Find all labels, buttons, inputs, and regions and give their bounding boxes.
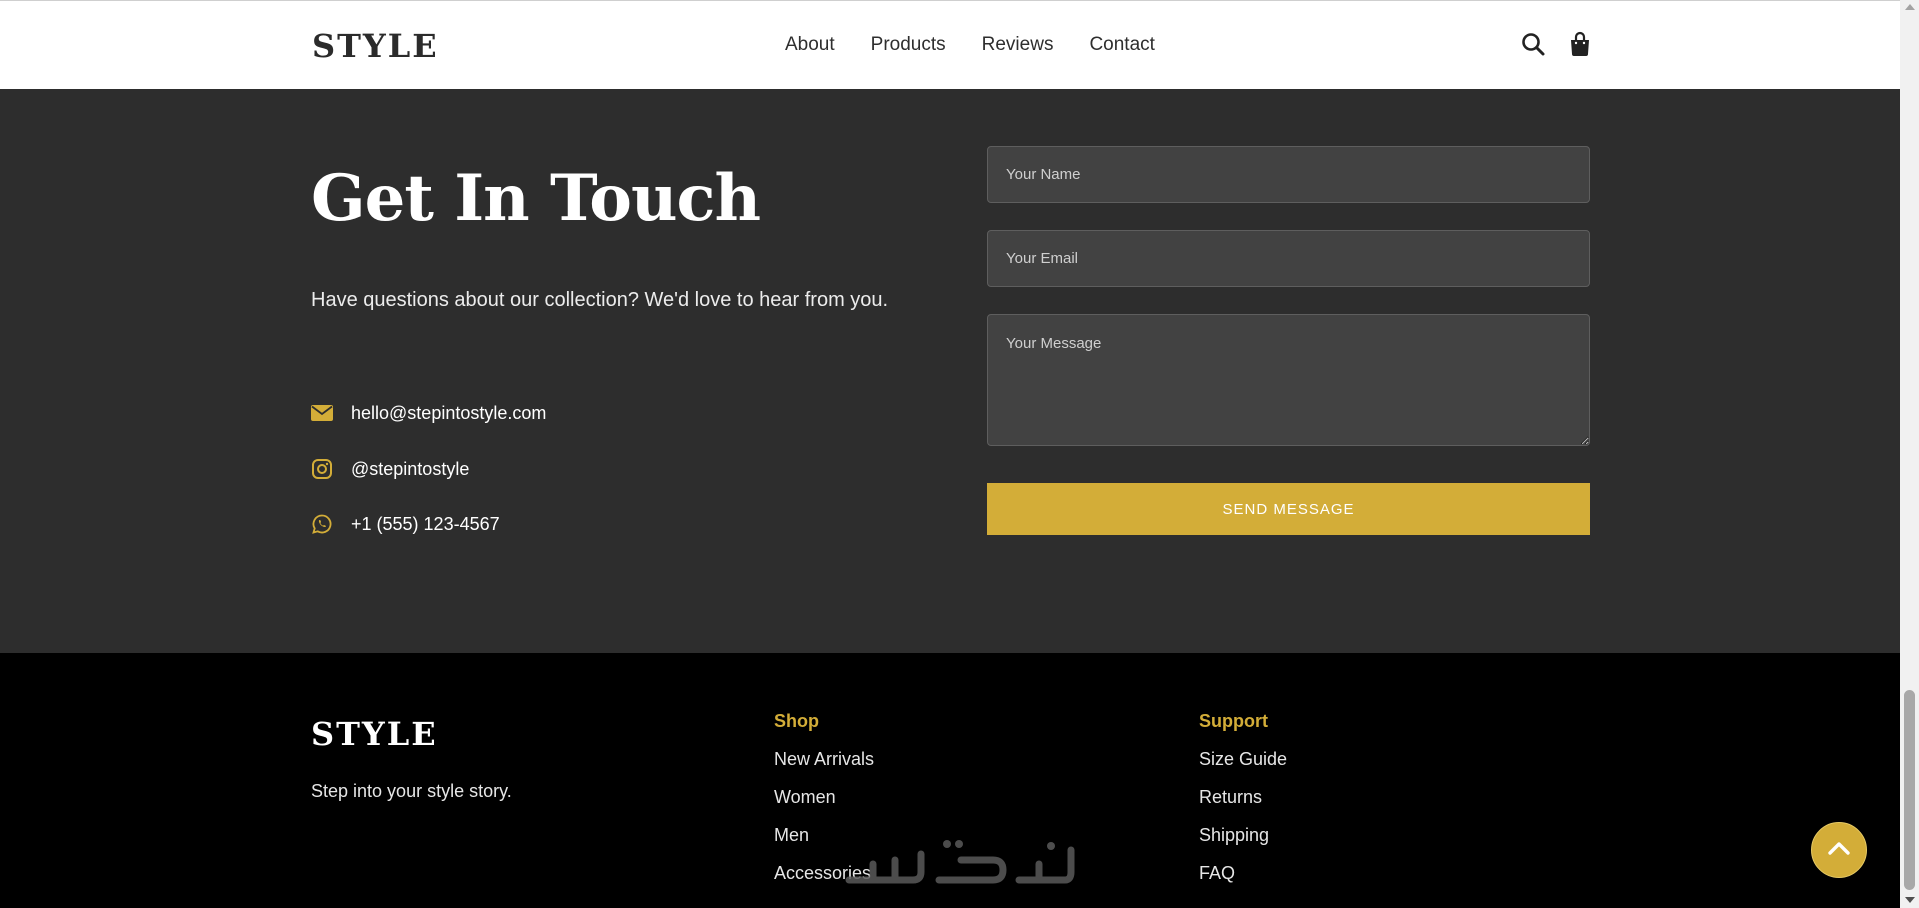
send-message-button[interactable]: SEND MESSAGE: [987, 483, 1590, 535]
contact-section: Get In Touch Have questions about our co…: [0, 89, 1900, 653]
contact-email[interactable]: hello@stepintostyle.com: [351, 403, 546, 424]
scroll-to-top-button[interactable]: [1811, 822, 1867, 878]
footer-link-returns[interactable]: Returns: [1199, 788, 1287, 807]
footer-support-column: Support Size Guide Returns Shipping FAQ: [1199, 711, 1287, 902]
footer-link-new-arrivals[interactable]: New Arrivals: [774, 750, 874, 769]
contact-title: Get In Touch: [311, 161, 761, 236]
contact-instagram[interactable]: @stepintostyle: [351, 459, 469, 480]
instagram-icon: [311, 458, 333, 480]
contact-description: Have questions about our collection? We'…: [311, 289, 889, 311]
contact-phone-row: +1 (555) 123-4567: [311, 513, 500, 535]
message-field[interactable]: [987, 314, 1590, 446]
chevron-up-icon: [1827, 840, 1851, 861]
footer-shop-heading: Shop: [774, 711, 819, 731]
nav-products[interactable]: Products: [871, 34, 946, 56]
nav-about[interactable]: About: [785, 34, 835, 56]
footer-support-heading: Support: [1199, 711, 1268, 731]
contact-email-row: hello@stepintostyle.com: [311, 402, 546, 424]
footer-tagline: Step into your style story.: [311, 781, 512, 801]
brand-logo[interactable]: STYLE: [312, 27, 439, 65]
envelope-icon: [311, 402, 333, 424]
footer-link-women[interactable]: Women: [774, 788, 874, 807]
scrollbar-thumb[interactable]: [1904, 690, 1915, 890]
page-scrollbar[interactable]: [1900, 0, 1919, 908]
search-icon[interactable]: [1520, 31, 1546, 57]
footer-logo[interactable]: STYLE: [311, 715, 438, 753]
footer-link-faq[interactable]: FAQ: [1199, 864, 1287, 883]
scroll-up-arrow-icon[interactable]: [1905, 4, 1915, 10]
nav-contact[interactable]: Contact: [1089, 34, 1154, 56]
watermark-logo: [845, 840, 1075, 884]
contact-phone[interactable]: +1 (555) 123-4567: [351, 514, 500, 535]
contact-instagram-row: @stepintostyle: [311, 458, 469, 480]
site-header: STYLE About Products Reviews Contact: [0, 0, 1900, 89]
shopping-bag-icon[interactable]: [1568, 31, 1594, 57]
nav-reviews[interactable]: Reviews: [982, 34, 1054, 56]
name-field[interactable]: [987, 146, 1590, 203]
whatsapp-icon: [311, 513, 333, 535]
scroll-down-arrow-icon[interactable]: [1905, 897, 1915, 903]
footer-link-size-guide[interactable]: Size Guide: [1199, 750, 1287, 769]
footer-link-shipping[interactable]: Shipping: [1199, 826, 1287, 845]
main-nav: About Products Reviews Contact: [785, 34, 1155, 56]
email-field[interactable]: [987, 230, 1590, 287]
